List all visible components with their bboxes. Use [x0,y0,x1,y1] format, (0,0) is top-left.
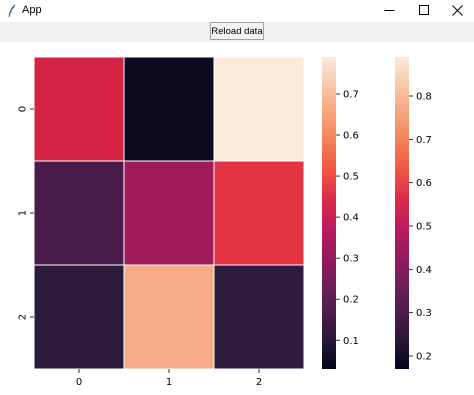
x-tick-label: 1 [166,377,172,388]
colorbar-tick-label: 0.5 [343,172,359,183]
reload-data-button[interactable]: Reload data [210,22,264,40]
colorbar-tick-label: 0.3 [416,308,432,319]
colorbar-tick-label: 0.1 [343,336,359,347]
heatmap-cell-1-0 [33,160,125,266]
colorbar-tick-label: 0.4 [416,265,432,276]
heatmap-cell-1-2 [213,160,305,266]
heatmap-cell-2-0 [33,264,125,370]
colorbar-2 [395,57,409,369]
feather-icon [8,4,16,18]
maximize-icon [419,5,429,15]
heatmap-cells [33,56,305,370]
x-tick-label: 2 [256,377,262,388]
colorbar-tick-label: 0.7 [343,89,359,100]
window-title: App [22,4,42,16]
heatmap-cell-2-1 [123,264,215,370]
colorbar-tick-label: 0.3 [343,254,359,265]
colorbar-tick-label: 0.6 [343,131,359,142]
heatmap-figure: 0 1 2 0 1 2 0.1 0.2 0.3 0.4 0.5 0.6 0.7 0.2 0.3 0.4 0.5… [18,56,432,388]
colorbar-1 [322,57,336,369]
close-button[interactable] [440,0,474,22]
heatmap-cell-2-2 [213,264,305,370]
heatmap-cell-1-1 [123,160,215,266]
heatmap-cell-0-0 [33,56,125,162]
colorbar-tick-label: 0.6 [416,178,432,189]
y-tick-label: 0 [18,106,29,112]
y-tick-label: 2 [18,314,29,320]
y-tick-label: 1 [18,210,29,216]
maximize-button[interactable] [407,0,441,22]
colorbar-tick-label: 0.7 [416,135,432,146]
colorbar-tick-label: 0.2 [416,352,432,363]
colorbar-tick-label: 0.2 [343,295,359,306]
colorbars: 0.1 0.2 0.3 0.4 0.5 0.6 0.7 0.2 0.3 0.4 0.5 0.6 0.7 0… [322,57,432,369]
colorbar-tick-label: 0.5 [416,222,432,233]
colorbar-tick-label: 0.8 [416,92,432,103]
x-tick-label: 0 [76,377,82,388]
title-bar: App [0,0,474,22]
colorbar-tick-label: 0.4 [343,213,359,224]
heatmap-cell-0-1 [123,56,215,162]
heatmap-cell-0-2 [213,56,305,162]
minimize-icon [384,10,395,11]
close-icon [452,5,463,16]
minimize-button[interactable] [372,0,406,22]
